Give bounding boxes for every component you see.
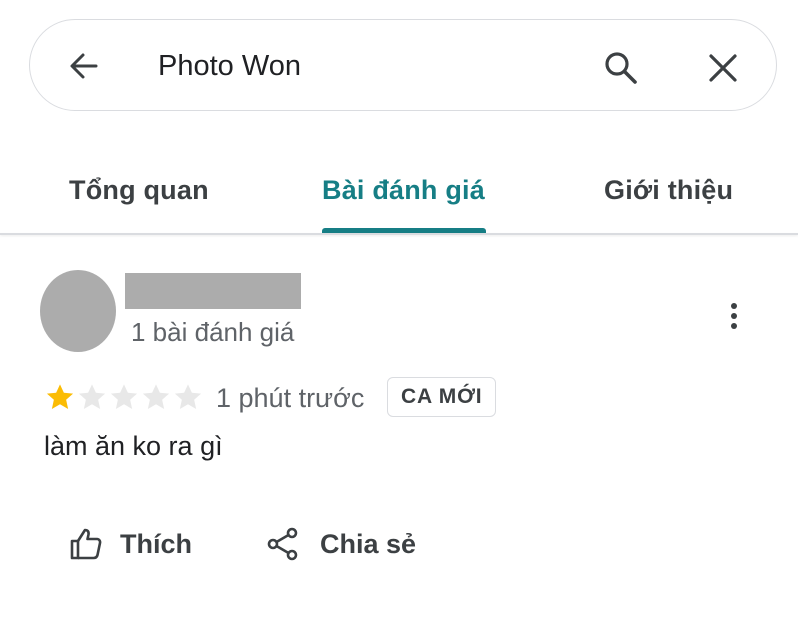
tab-bar: Tổng quan Bài đánh giá Giới thiệu (0, 160, 798, 234)
review-text: làm ăn ko ra gì (44, 431, 223, 461)
search-icon[interactable] (602, 49, 640, 87)
new-badge: CA MỚI (387, 377, 497, 417)
star-empty-icon (78, 384, 106, 409)
share-label: Chia sẻ (320, 529, 417, 559)
star-empty-icon (142, 384, 170, 409)
share-button[interactable]: Chia sẻ (266, 524, 416, 564)
tab-overview[interactable]: Tổng quan (69, 172, 209, 208)
tab-reviews[interactable]: Bài đánh giá (322, 172, 485, 208)
reviewer-name-redacted[interactable] (125, 273, 301, 309)
review-time: 1 phút trước (216, 383, 365, 413)
share-icon (266, 526, 300, 562)
page: Photo Won Tổng quan Bài đánh giá Giới th… (0, 0, 798, 620)
thumbs-up-icon (68, 526, 104, 562)
star-empty-icon (174, 384, 202, 409)
like-button[interactable]: Thích (68, 524, 192, 564)
divider (0, 233, 798, 235)
more-vertical-icon[interactable] (722, 300, 746, 332)
star-empty-icon (110, 384, 138, 409)
star-filled-icon (46, 384, 74, 409)
star-rating (44, 381, 204, 415)
close-icon[interactable] (706, 51, 740, 85)
search-input[interactable]: Photo Won (158, 46, 301, 86)
like-label: Thích (120, 529, 192, 559)
reviewer-review-count: 1 bài đánh giá (131, 317, 295, 347)
tab-about[interactable]: Giới thiệu (604, 172, 733, 208)
search-bar: Photo Won (29, 19, 777, 111)
avatar[interactable] (40, 270, 116, 352)
arrow-back-icon[interactable] (66, 48, 102, 84)
